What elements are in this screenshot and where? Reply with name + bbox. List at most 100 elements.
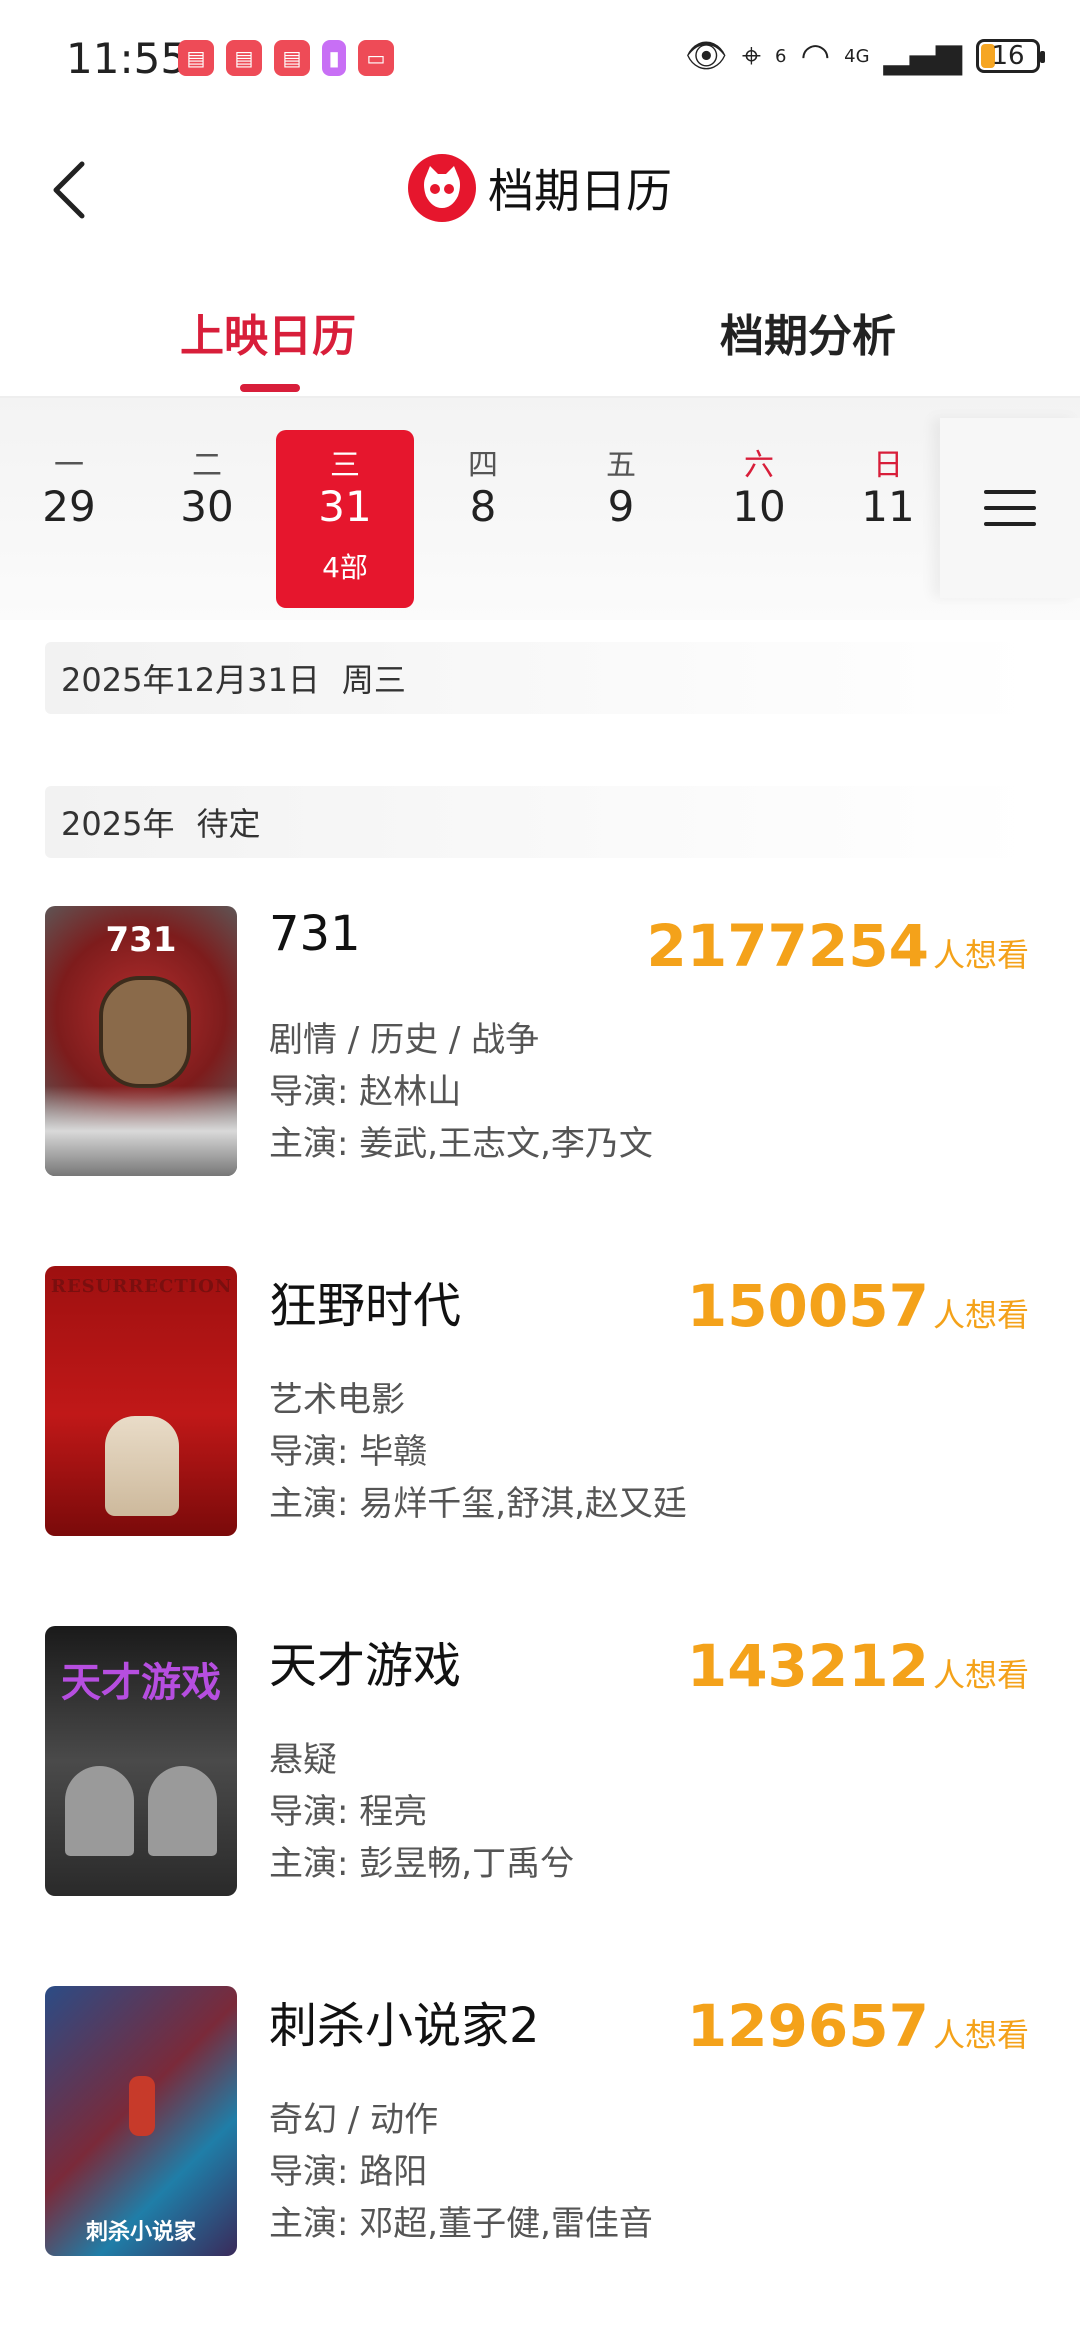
movie-genre: 艺术电影 <box>269 1380 405 1420</box>
calendar-menu-button[interactable] <box>940 418 1080 598</box>
poster-title: 天才游戏 <box>61 1659 221 1706</box>
release-year: 2025年 <box>61 805 175 843</box>
location-icon: ⌖ <box>741 36 762 76</box>
day-date: 30 <box>180 482 234 531</box>
want-to-see: 129657 人想看 <box>687 1992 1029 2060</box>
movie-cast: 主演: 易烊千玺,舒淇,赵又廷 <box>269 1484 687 1524</box>
want-to-see: 150057 人想看 <box>687 1272 1029 1340</box>
day-cell[interactable]: 四 8 <box>414 430 552 608</box>
day-cell[interactable]: 五 9 <box>552 430 690 608</box>
book-app-icon: ▤ <box>274 40 310 76</box>
movie-item[interactable]: RESURRECTION 狂野时代 150057 人想看 艺术电影 导演: 毕赣… <box>45 1266 1045 1538</box>
day-weekday: 日 <box>873 448 903 483</box>
huawei-app-icon: ▭ <box>358 40 394 76</box>
book-app-icon: ▤ <box>226 40 262 76</box>
movie-title: 狂野时代 <box>269 1278 462 1334</box>
day-date: 29 <box>42 482 96 531</box>
movie-poster[interactable]: 天才游戏 <box>45 1626 237 1896</box>
movie-title: 刺杀小说家2 <box>269 1998 540 2054</box>
want-label: 人想看 <box>932 2016 1029 2054</box>
day-date: 11 <box>861 482 915 531</box>
day-cell[interactable]: 日 11 <box>828 430 948 608</box>
poster-fog <box>45 1086 237 1176</box>
day-weekday: 五 <box>606 448 636 483</box>
movie-director: 导演: 毕赣 <box>269 1432 428 1472</box>
day-date: 10 <box>732 482 786 531</box>
faces-illustration <box>65 1766 217 1856</box>
selected-weekday: 周三 <box>341 661 406 699</box>
poster-title: RESURRECTION <box>51 1276 233 1297</box>
movie-director: 导演: 赵林山 <box>269 1072 462 1112</box>
day-date: 9 <box>607 482 635 531</box>
movie-poster[interactable]: RESURRECTION <box>45 1266 237 1536</box>
status-bar: 11:55 ▤ ▤ ▤ ▮ ▭ 👁 ⌖ 6 ◠ 4G ▂▄▆ 16 <box>0 0 1080 120</box>
movie-item[interactable]: 731 731 2177254 人想看 剧情 / 历史 / 战争 导演: 赵林山… <box>45 906 1045 1178</box>
status-time: 11:55 <box>66 34 188 83</box>
movie-title: 天才游戏 <box>269 1638 462 1694</box>
gas-mask-illustration <box>99 976 191 1088</box>
book-app-icon: ▤ <box>178 40 214 76</box>
status-app-icons: ▤ ▤ ▤ ▮ ▭ <box>178 40 394 76</box>
day-weekday: 一 <box>54 448 84 483</box>
movie-poster[interactable]: 731 <box>45 906 237 1176</box>
eye-icon: 👁 <box>684 36 728 76</box>
bust-illustration <box>105 1416 179 1516</box>
movie-cast: 主演: 邓超,董子健,雷佳音 <box>269 2204 653 2244</box>
selected-date: 2025年12月31日 <box>61 661 320 699</box>
release-group-header: 2025年 待定 <box>45 786 1035 858</box>
want-count: 143212 <box>686 1632 929 1700</box>
page-title: 档期日历 <box>488 164 672 218</box>
poster-title: 731 <box>105 920 177 960</box>
want-count: 129657 <box>686 1992 929 2060</box>
hamburger-menu-icon <box>984 478 1036 538</box>
tab-bar: 上映日历 档期分析 <box>0 290 1080 398</box>
figure-illustration <box>129 2076 155 2136</box>
want-label: 人想看 <box>932 1656 1029 1694</box>
status-indicators: 👁 ⌖ 6 ◠ 4G ▂▄▆ 16 <box>684 36 1045 76</box>
movie-item[interactable]: 刺杀小说家 刺杀小说家2 129657 人想看 奇幻 / 动作 导演: 路阳 主… <box>45 1986 1045 2258</box>
gallery-app-icon: ▮ <box>322 40 346 76</box>
cat-logo-icon <box>408 154 476 222</box>
header: 档期日历 <box>0 140 1080 240</box>
movie-director: 导演: 路阳 <box>269 2152 428 2192</box>
movie-genre: 悬疑 <box>269 1740 337 1780</box>
movie-cast: 主演: 彭昱畅,丁禹兮 <box>269 1844 575 1884</box>
title-wrap: 档期日历 <box>0 154 1080 222</box>
want-label: 人想看 <box>932 1296 1029 1334</box>
active-tab-indicator <box>240 384 300 392</box>
tab-schedule-analysis[interactable]: 档期分析 <box>720 300 896 364</box>
battery-level: 16 <box>991 41 1025 71</box>
day-weekday: 四 <box>468 448 498 483</box>
day-date: 8 <box>469 482 497 531</box>
day-weekday: 三 <box>330 448 360 483</box>
release-status: 待定 <box>196 805 261 843</box>
day-cell[interactable]: 一 29 <box>0 430 138 608</box>
movie-genre: 奇幻 / 动作 <box>269 2100 439 2140</box>
movie-poster[interactable]: 刺杀小说家 <box>45 1986 237 2256</box>
battery-icon: 16 <box>976 39 1045 73</box>
movie-cast: 主演: 姜武,王志文,李乃文 <box>269 1124 653 1164</box>
wifi-label: 6 <box>775 45 787 67</box>
want-label: 人想看 <box>932 936 1029 974</box>
want-to-see: 143212 人想看 <box>687 1632 1029 1700</box>
movie-item[interactable]: 天才游戏 天才游戏 143212 人想看 悬疑 导演: 程亮 主演: 彭昱畅,丁… <box>45 1626 1045 1898</box>
day-cell[interactable]: 六 10 <box>690 430 828 608</box>
selected-date-header: 2025年12月31日 周三 <box>45 642 1035 714</box>
want-to-see: 2177254 人想看 <box>646 912 1029 980</box>
poster-title: 刺杀小说家 <box>85 2219 196 2245</box>
day-weekday: 六 <box>744 448 774 483</box>
signal-label: 4G <box>844 45 870 67</box>
movie-title: 731 <box>269 906 361 962</box>
movie-genre: 剧情 / 历史 / 战争 <box>269 1020 540 1060</box>
day-weekday: 二 <box>192 448 222 483</box>
day-cell[interactable]: 二 30 <box>138 430 276 608</box>
day-cell-selected[interactable]: 三 31 4部 <box>276 430 414 608</box>
want-count: 150057 <box>686 1272 929 1340</box>
week-strip: 一 29 二 30 三 31 4部 四 8 五 9 六 10 日 11 <box>0 398 1080 620</box>
movie-director: 导演: 程亮 <box>269 1792 428 1832</box>
day-movie-count: 4部 <box>322 551 368 584</box>
want-count: 2177254 <box>646 912 929 980</box>
wifi-icon: ◠ <box>800 36 831 76</box>
tab-release-calendar[interactable]: 上映日历 <box>180 300 356 364</box>
day-date: 31 <box>318 482 372 531</box>
